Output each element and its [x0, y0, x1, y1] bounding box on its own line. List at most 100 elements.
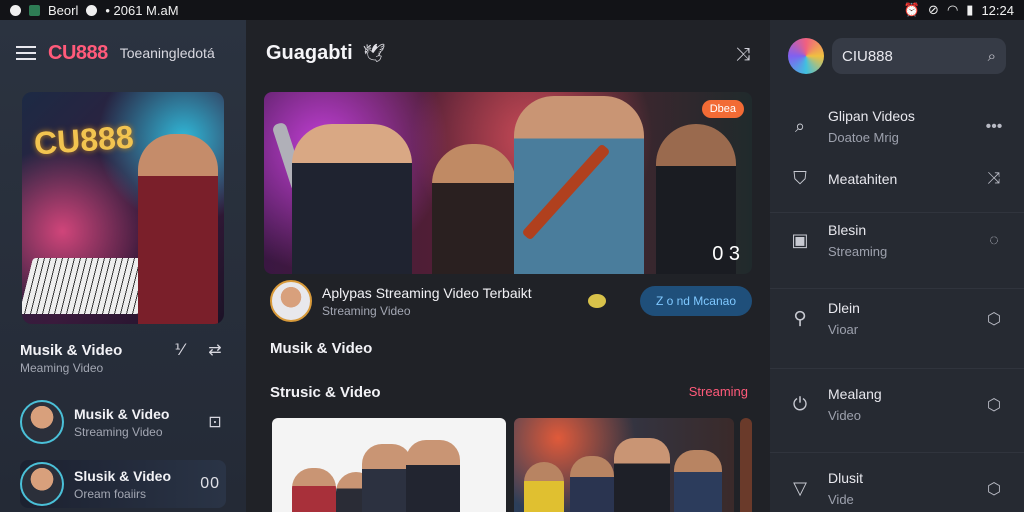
person-image [524, 462, 564, 512]
keyboard-image [22, 258, 153, 314]
list-item[interactable]: Slusik & Video Oream foaiirs 00 [20, 460, 226, 508]
video-info: Aplypas Streaming Video Terbaikt Streami… [270, 280, 752, 322]
menu-item[interactable]: ⏻ Mealang Video ⬡ [788, 386, 1006, 423]
see-all-link[interactable]: Streaming [689, 384, 748, 399]
emoji-icon [587, 294, 606, 308]
shuffle-icon[interactable]: ⤨ [982, 170, 1006, 188]
person-image [614, 438, 670, 512]
divider [770, 288, 1024, 289]
video-thumbnail[interactable] [514, 418, 734, 512]
person-image [674, 450, 722, 512]
list-item-subtitle: Oream foaiirs [74, 486, 147, 501]
menu-item-subtitle: Streaming [828, 244, 888, 259]
menu-item[interactable]: ▣ Blesin Streaming ◌ [788, 222, 1006, 259]
playlist-icon[interactable]: ⅟ [168, 340, 190, 360]
bird-icon: 🕊 [362, 43, 386, 63]
person-image [292, 468, 336, 512]
menu-item-subtitle: Video [828, 408, 862, 423]
featured-title[interactable]: Musik & Video [20, 342, 122, 359]
page-title: Guagabti [266, 42, 353, 64]
settings-icon[interactable]: ⬡ [982, 395, 1006, 415]
section-title: Strusic & Video [270, 384, 381, 401]
list-item-title: Musik & Video [74, 405, 170, 422]
settings-icon[interactable]: ⬡ [982, 309, 1006, 329]
live-badge: Dbea [701, 100, 744, 118]
right-header: CIU888 ⌕ [788, 38, 1006, 74]
divider [770, 368, 1024, 369]
status-bar: Beorl • 2061 M.aM ⏰ ⊘ ◠ ▮ 12:24 [0, 0, 1024, 20]
menu-item[interactable]: ⛉ Meatahiten ⤨ [788, 168, 1006, 189]
menu-item-title: Meatahiten [828, 170, 898, 187]
repeat-icon[interactable]: ⇄ [204, 340, 226, 360]
person-image [570, 456, 614, 512]
chat-icon[interactable]: ◌ [982, 232, 1006, 250]
alarm-icon: ⏰ [903, 2, 921, 17]
search-icon[interactable]: ⌕ [988, 48, 996, 65]
send-icon: ▽ [793, 478, 807, 498]
search-input[interactable]: CIU888 ⌕ [832, 38, 1006, 74]
search-text: CIU888 [842, 47, 893, 65]
right-panel: CIU888 ⌕ ⌕ Glipan Videos Doatoe Mrig •••… [770, 20, 1024, 512]
power-icon: ⏻ [792, 394, 808, 414]
featured-subtitle: Meaming Video [20, 361, 104, 375]
person-image [406, 440, 460, 512]
menu-icon[interactable] [16, 46, 36, 60]
menu-item-subtitle: Vioar [828, 322, 859, 337]
dnd-icon: ⊘ [928, 2, 939, 17]
battery-icon: ▮ [966, 2, 974, 17]
avatar [20, 462, 64, 506]
image-icon: ▣ [791, 230, 809, 250]
performer-image [138, 134, 218, 324]
divider [770, 212, 1024, 213]
video-title[interactable]: Aplypas Streaming Video Terbaikt [322, 285, 578, 301]
search-icon: ⌕ [794, 116, 806, 136]
menu-item[interactable]: ⌕ Glipan Videos Doatoe Mrig ••• [788, 108, 1006, 145]
cast-icon[interactable]: ⊡ [204, 412, 226, 432]
video-thumbnail[interactable] [740, 418, 752, 512]
app-icon [29, 4, 40, 16]
hero-logo-text: CU888 [32, 118, 135, 162]
shuffle-icon[interactable]: ⤨ [736, 44, 750, 65]
performer-image [432, 144, 516, 274]
video-duration: 0 3 [712, 243, 740, 265]
status-time-left: • 2061 M.aM [105, 2, 179, 18]
featured-thumbnail[interactable]: CU888 [22, 92, 224, 324]
menu-item-title: Glipan Videos [828, 108, 915, 124]
video-player[interactable]: Dbea 0 3 [264, 92, 752, 274]
more-icon[interactable]: ••• [982, 118, 1006, 136]
brand-logo[interactable]: CU888 [48, 42, 108, 65]
menu-item[interactable]: ⚲ Dlein Vioar ⬡ [788, 300, 1006, 337]
record-icon [86, 4, 98, 16]
brand-subtitle: Toeaningledotá [119, 45, 215, 61]
left-header: CU888 Toeaningledotá [0, 20, 246, 86]
pin-icon: ⚲ [793, 308, 807, 328]
menu-item-title: Blesin [828, 222, 867, 238]
notification-icon [10, 4, 21, 16]
divider [770, 452, 1024, 453]
menu-item[interactable]: ▽ Dlusit Vide ⬡ [788, 470, 1006, 507]
channel-avatar[interactable] [270, 280, 312, 322]
center-panel: Guagabti 🕊 ⤨ Dbea 0 3 Aplypas Streaming … [246, 20, 770, 512]
app-logo-icon[interactable] [788, 38, 824, 74]
section-title: Musik & Video [270, 340, 373, 357]
status-time-right: 12:24 [981, 2, 1014, 18]
subscribe-button[interactable]: Z o nd Mcanao [639, 286, 752, 316]
center-header: Guagabti 🕊 [266, 42, 386, 65]
list-item[interactable]: Musik & Video Streaming Video ⊡ [20, 400, 226, 444]
menu-item-title: Dlein [828, 300, 860, 316]
shield-icon: ⛉ [793, 168, 807, 188]
person-image [362, 444, 412, 512]
singer-image [292, 124, 412, 274]
list-item-subtitle: Streaming Video [74, 424, 163, 439]
menu-item-title: Mealang [828, 386, 882, 402]
settings-icon[interactable]: ⬡ [982, 479, 1006, 499]
featured-title-row: Musik & Video ⅟ ⇄ [20, 340, 226, 360]
wifi-icon: ◠ [946, 2, 959, 17]
video-thumbnail[interactable] [272, 418, 506, 512]
menu-item-subtitle: Doatoe Mrig [828, 130, 899, 145]
list-item-count: 00 [200, 475, 220, 492]
list-item-title: Slusik & Video [74, 467, 171, 484]
avatar [20, 400, 64, 444]
menu-item-title: Dlusit [828, 470, 864, 486]
left-panel: CU888 Toeaningledotá CU888 Musik & Video… [0, 20, 246, 512]
